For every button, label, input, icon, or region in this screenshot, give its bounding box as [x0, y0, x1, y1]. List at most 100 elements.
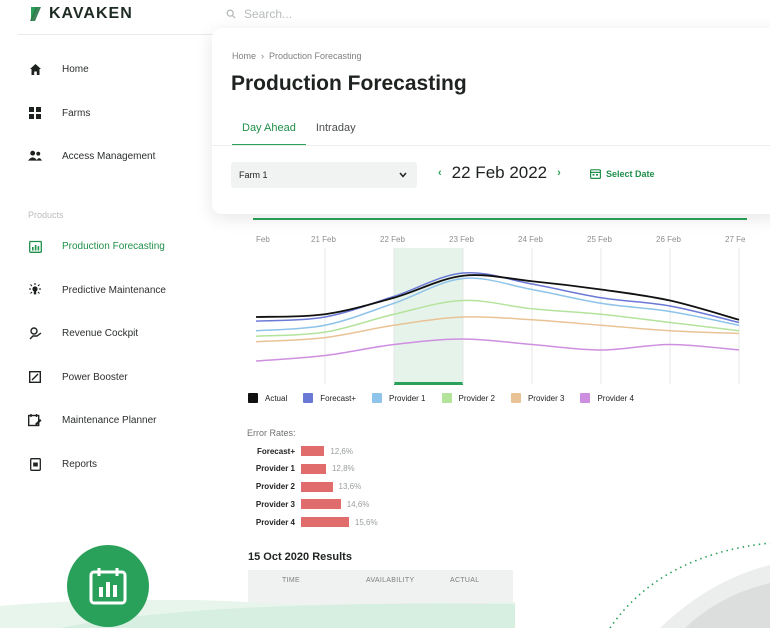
error-rate-row: Provider 1 12,8%: [248, 463, 355, 475]
farm-select[interactable]: Farm 1: [231, 162, 417, 188]
sidebar-item-access-management[interactable]: Access Management: [28, 149, 155, 163]
series-line-provider-3: [255, 316, 740, 343]
calendar-wrench-icon: [28, 413, 42, 427]
series-line-provider-1: [255, 277, 740, 332]
sidebar-item-label: Reports: [62, 458, 98, 470]
current-date: 22 Feb 2022: [451, 163, 548, 182]
legend-label: Provider 2: [458, 393, 495, 403]
breadcrumb-separator: ›: [261, 51, 265, 61]
sidebar-item-power-booster[interactable]: Power Booster: [28, 370, 128, 384]
prev-date-button[interactable]: ‹: [438, 167, 442, 179]
sidebar-item-label: Revenue Cockpit: [62, 327, 139, 339]
x-tick-label: 27 Fe: [725, 235, 746, 244]
error-rate-value: 14,6%: [346, 499, 370, 509]
legend-item-forecast-plus[interactable]: Forecast+: [303, 393, 356, 403]
chart-legend: Actual Forecast+ Provider 1 Provider 2 P…: [248, 393, 634, 403]
document-icon: [28, 457, 42, 471]
legend-swatch: [248, 393, 258, 403]
chart-top-accent: [253, 218, 747, 220]
sidebar-item-label: Maintenance Planner: [62, 414, 157, 426]
sidebar-item-label: Home: [62, 63, 89, 75]
breadcrumb-home[interactable]: Home: [232, 51, 256, 61]
select-date-button[interactable]: Select Date: [590, 169, 655, 179]
sidebar-item-label: Power Booster: [62, 371, 128, 383]
date-navigator: ‹ 22 Feb 2022 ›: [438, 163, 561, 183]
error-rate-value: 12,6%: [330, 446, 353, 456]
legend-item-actual[interactable]: Actual: [248, 393, 287, 403]
error-rate-bar: [301, 499, 341, 510]
legend-swatch: [510, 393, 521, 403]
coin-hand-icon: [28, 326, 42, 340]
tab-day-ahead[interactable]: Day Ahead: [232, 120, 306, 146]
error-rate-row: Forecast+ 12,6%: [248, 445, 353, 457]
legend-label: Provider 1: [389, 393, 426, 403]
top-divider: [18, 34, 218, 35]
series-line-forecast-: [255, 271, 740, 324]
breadcrumb-current: Production Forecasting: [269, 51, 362, 61]
legend-item-provider-2[interactable]: Provider 2: [441, 393, 495, 403]
error-rate-row: Provider 3 14,6%: [248, 498, 369, 510]
legend-label: Forecast+: [320, 393, 357, 403]
sidebar-item-maintenance-planner[interactable]: Maintenance Planner: [28, 413, 157, 427]
search-input[interactable]: Search...: [244, 7, 292, 21]
header-card: Home › Production Forecasting Production F…: [212, 28, 770, 214]
error-rate-label: Provider 3: [255, 499, 295, 509]
chart-calendar-icon: [89, 568, 127, 605]
search-bar[interactable]: Search...: [214, 0, 746, 28]
sidebar-item-label: Access Management: [62, 150, 156, 162]
results-title: 15 Oct 2020 Results: [248, 551, 352, 563]
legend-item-provider-4[interactable]: Provider 4: [580, 393, 634, 403]
column-header-actual[interactable]: ACTUAL: [450, 577, 479, 584]
error-rate-label: Provider 2: [255, 482, 295, 492]
legend-swatch: [303, 393, 314, 403]
sidebar-item-predictive-maintenance[interactable]: Predictive Maintenance: [28, 283, 166, 297]
column-header-availability[interactable]: AVAILABILITY: [366, 577, 414, 584]
sidebar-item-label: Production Forecasting: [62, 240, 165, 252]
error-rate-row: Provider 4 15,6%: [248, 516, 378, 528]
sidebar-item-label: Predictive Maintenance: [62, 284, 166, 296]
sidebar-item-revenue-cockpit[interactable]: Revenue Cockpit: [28, 326, 138, 340]
breadcrumb: Home › Production Forecasting: [232, 51, 362, 61]
search-icon: [226, 9, 236, 19]
legend-swatch: [580, 393, 591, 403]
calendar-badge: [67, 545, 149, 627]
farm-select-value: Farm 1: [239, 170, 268, 180]
legend-item-provider-1[interactable]: Provider 1: [372, 393, 426, 403]
x-tick-label: 25 Feb: [587, 235, 612, 244]
error-rate-label: Provider 1: [255, 464, 295, 474]
decorative-dots: [609, 542, 770, 628]
error-rate-value: 12,8%: [331, 464, 355, 474]
error-rate-bar: [301, 481, 333, 492]
sidebar-item-production-forecasting[interactable]: Production Forecasting: [28, 239, 165, 253]
error-rate-bar: [301, 463, 326, 474]
error-rates-title: Error Rates:: [247, 428, 296, 438]
box-arrow-icon: [28, 370, 42, 384]
page-title: Production Forecasting: [231, 72, 467, 95]
error-rate-bar: [301, 446, 325, 456]
error-rate-value: 13,6%: [338, 482, 362, 492]
tab-intraday[interactable]: Intraday: [316, 120, 356, 146]
sidebar-item-reports[interactable]: Reports: [28, 457, 97, 471]
bulb-icon: [28, 283, 42, 297]
error-rate-label: Forecast+: [256, 446, 295, 456]
x-tick-label: 24 Feb: [518, 235, 543, 244]
legend-label: Provider 4: [597, 393, 634, 403]
sidebar-item-farms[interactable]: Farms: [28, 106, 90, 120]
sidebar-item-home[interactable]: Home: [28, 62, 89, 76]
section-label-products: Products: [28, 210, 64, 220]
chevron-down-icon: [399, 172, 407, 178]
users-icon: [28, 149, 42, 163]
next-date-button[interactable]: ›: [557, 167, 561, 179]
error-rate-bar: [301, 517, 349, 528]
forecast-chart: Feb 21 Feb 22 Feb 23 Feb 24 Feb 25 Feb 26 Feb 2…: [255, 235, 746, 385]
error-rate-value: 15,6%: [354, 517, 378, 527]
home-icon: [28, 62, 42, 76]
legend-label: Actual: [265, 393, 288, 403]
chart-calendar-icon: [28, 239, 42, 253]
grid-icon: [28, 106, 42, 120]
x-tick-label: Feb: [256, 235, 270, 244]
column-header-time[interactable]: TIME: [282, 577, 300, 584]
legend-item-provider-3[interactable]: Provider 3: [510, 393, 564, 403]
x-tick-label: 21 Feb: [311, 235, 336, 244]
brand-logo[interactable]: KAVAKEN: [28, 5, 133, 23]
